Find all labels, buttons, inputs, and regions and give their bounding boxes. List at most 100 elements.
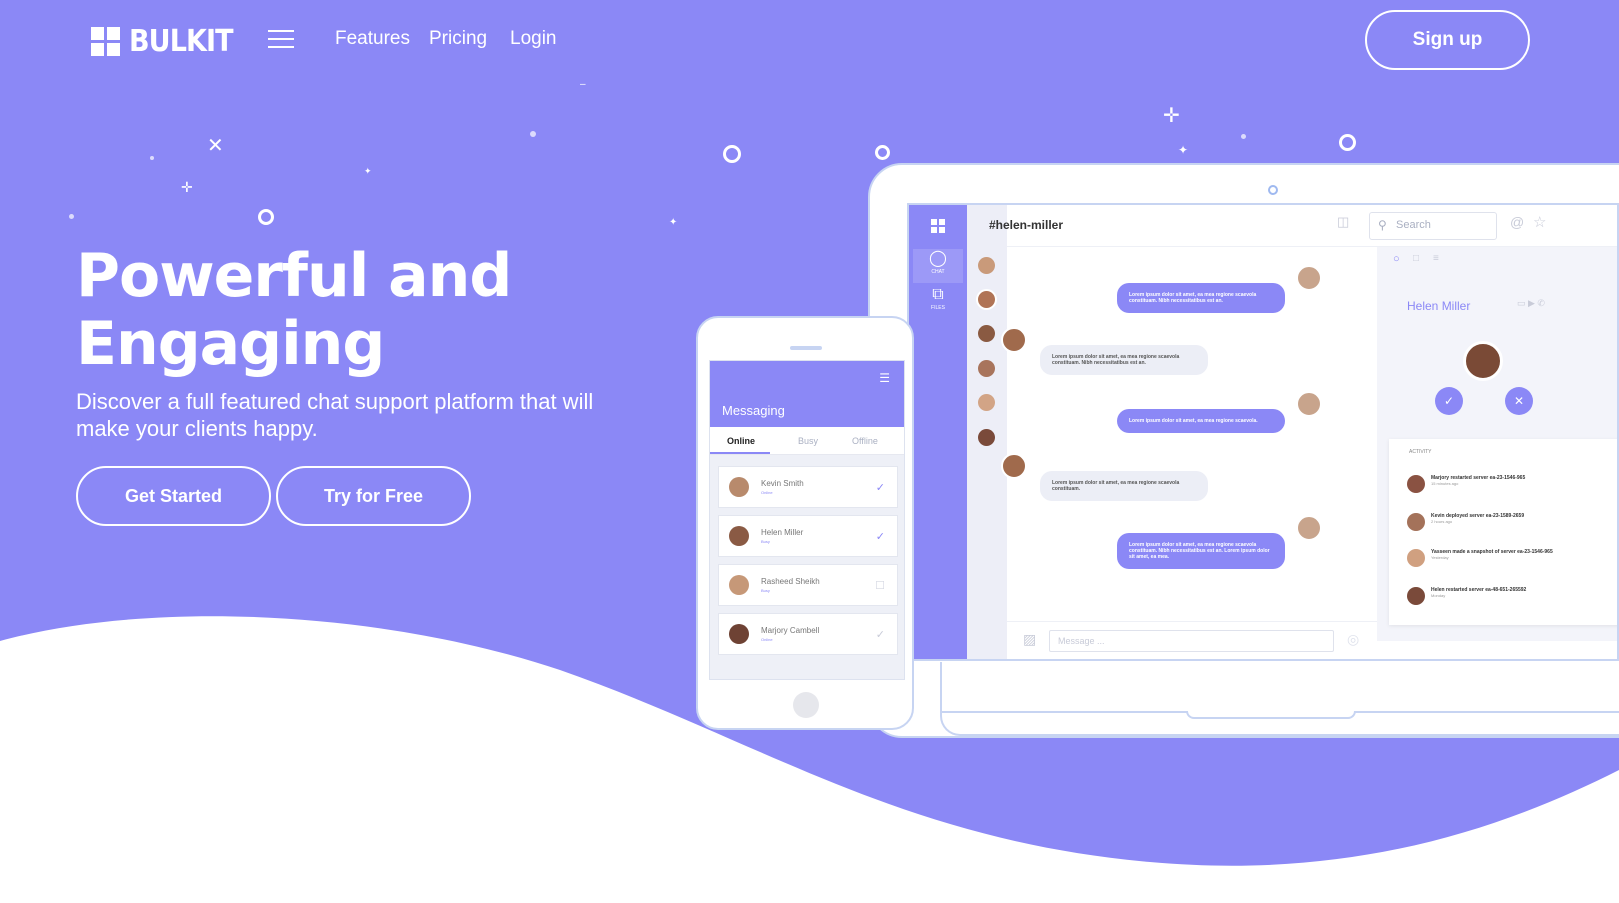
logo-icon bbox=[91, 27, 120, 56]
chat-bubble-icon: ◯ bbox=[929, 250, 947, 267]
contact-status: Online bbox=[761, 490, 773, 495]
activity-item: Marjory restarted server ea-23-1546-965 … bbox=[1407, 475, 1607, 493]
avatar[interactable] bbox=[978, 257, 995, 274]
contact-status: Busy bbox=[761, 588, 770, 593]
tab-online[interactable]: Online bbox=[727, 436, 755, 446]
message-bubble-outgoing: Lorem ipsum dolor sit amet, ea mea regio… bbox=[1117, 409, 1285, 433]
laptop-base bbox=[940, 662, 1619, 736]
message-composer: ▨ Message ... ◎ bbox=[1007, 621, 1417, 659]
accept-button[interactable]: ✓ bbox=[1435, 387, 1463, 415]
search-icon: ⚲ bbox=[1378, 218, 1387, 232]
dot-decoration bbox=[530, 131, 536, 137]
message-bubble-incoming: Lorem ipsum dolor sit amet, ea mea regio… bbox=[1040, 345, 1208, 375]
avatar[interactable] bbox=[978, 360, 995, 377]
star-decoration: ✦ bbox=[364, 166, 372, 176]
avatar bbox=[1001, 453, 1027, 479]
contact-name: Rasheed Sheikh bbox=[761, 577, 820, 586]
avatar bbox=[729, 526, 749, 546]
star-decoration: ✦ bbox=[1178, 143, 1189, 157]
check-icon[interactable]: ✓ bbox=[876, 628, 885, 641]
avatar[interactable] bbox=[978, 429, 995, 446]
layout-toggle-icon[interactable]: ◫ bbox=[1337, 214, 1349, 230]
avatar bbox=[1407, 513, 1425, 531]
headline-line-2: Engaging bbox=[76, 309, 385, 379]
chat-header bbox=[1007, 205, 1617, 247]
avatar bbox=[1296, 391, 1322, 417]
contact-card[interactable]: Rasheed Sheikh Busy ☐ bbox=[718, 564, 898, 606]
profile-name: Helen Miller bbox=[1407, 299, 1471, 313]
contact-card[interactable]: Marjory Cambell Online ✓ bbox=[718, 613, 898, 655]
activity-heading: ACTIVITY bbox=[1409, 449, 1432, 455]
sidebar-tab-files[interactable]: ⧉ FILES bbox=[913, 285, 963, 319]
checkbox-icon[interactable]: ☐ bbox=[875, 579, 885, 592]
contact-card[interactable]: Helen Miller Busy ✓ bbox=[718, 515, 898, 557]
search-placeholder: Search bbox=[1396, 219, 1431, 231]
activity-time: Monday bbox=[1431, 593, 1446, 598]
video-call-icon[interactable]: ▭ ▶ ✆ bbox=[1517, 298, 1545, 309]
contact-name: Marjory Cambell bbox=[761, 626, 820, 635]
activity-feed: ACTIVITY Marjory restarted server ea-23-… bbox=[1389, 439, 1617, 625]
avatar[interactable] bbox=[978, 394, 995, 411]
message-input[interactable]: Message ... bbox=[1049, 630, 1334, 652]
nav-link-pricing[interactable]: Pricing bbox=[429, 28, 487, 50]
files-icon: ⧉ bbox=[932, 286, 944, 303]
image-attach-icon[interactable]: ▨ bbox=[1023, 631, 1036, 648]
reject-button[interactable]: ✕ bbox=[1505, 387, 1533, 415]
list-tab-icon[interactable]: ≡ bbox=[1433, 253, 1439, 264]
tab-offline[interactable]: Offline bbox=[852, 436, 878, 446]
channel-title: #helen-miller bbox=[989, 218, 1064, 232]
mention-icon[interactable]: @ bbox=[1510, 214, 1524, 230]
dot-decoration bbox=[150, 156, 154, 160]
signup-button[interactable]: Sign up bbox=[1365, 10, 1530, 70]
hamburger-menu-icon[interactable] bbox=[268, 30, 294, 48]
contact-card[interactable]: Kevin Smith Online ✓ bbox=[718, 466, 898, 508]
tab-busy[interactable]: Busy bbox=[798, 436, 818, 446]
laptop-notch bbox=[1186, 711, 1356, 719]
sidebar-tab-chat-label: CHAT bbox=[931, 269, 945, 275]
brand-logo[interactable]: BULKIT bbox=[91, 24, 244, 59]
check-icon[interactable]: ✓ bbox=[876, 481, 885, 494]
get-started-button[interactable]: Get Started bbox=[76, 466, 271, 526]
headline-line-1: Powerful and bbox=[76, 241, 512, 311]
hero-headline: Powerful and Engaging bbox=[76, 242, 636, 378]
search-input[interactable]: ⚲ Search bbox=[1369, 212, 1497, 240]
avatar[interactable] bbox=[978, 325, 995, 342]
star-decoration: ✕ bbox=[207, 135, 224, 157]
profile-avatar bbox=[1463, 341, 1503, 381]
phone-tabs: Online Busy Offline bbox=[710, 427, 904, 455]
star-icon[interactable]: ☆ bbox=[1533, 213, 1546, 231]
activity-time: 2 hours ago bbox=[1431, 519, 1453, 524]
contact-strip bbox=[967, 205, 1007, 659]
phone-header: ☰ Messaging bbox=[710, 361, 904, 427]
files-tab-icon[interactable]: □ bbox=[1413, 253, 1419, 264]
ring-decoration bbox=[723, 145, 741, 163]
phone-speaker bbox=[790, 346, 822, 350]
activity-item: Yasseen made a snapshot of server ea-23-… bbox=[1407, 549, 1607, 567]
send-icon[interactable]: ◎ bbox=[1347, 631, 1359, 648]
contact-name: Kevin Smith bbox=[761, 479, 804, 488]
dot-decoration bbox=[1241, 134, 1246, 139]
star-decoration: ✛ bbox=[1163, 105, 1180, 127]
nav-link-login[interactable]: Login bbox=[510, 28, 557, 50]
sidebar-tab-chat[interactable]: ◯ CHAT bbox=[913, 249, 963, 283]
phone-home-button bbox=[793, 692, 819, 718]
try-free-button[interactable]: Try for Free bbox=[276, 466, 471, 526]
star-decoration: – bbox=[580, 79, 586, 90]
nav-link-features[interactable]: Features bbox=[335, 28, 410, 50]
avatar[interactable] bbox=[978, 291, 995, 308]
dot-decoration bbox=[69, 214, 74, 219]
app-sidebar: ◯ CHAT ⧉ FILES bbox=[909, 205, 967, 659]
ring-decoration bbox=[1339, 134, 1356, 151]
message-bubble-outgoing: Lorem ipsum dolor sit amet, ea mea regio… bbox=[1117, 283, 1285, 313]
logo-text: BULKIT bbox=[129, 24, 234, 59]
avatar bbox=[729, 624, 749, 644]
sidebar-tab-files-label: FILES bbox=[931, 305, 945, 311]
contact-status: Online bbox=[761, 637, 773, 642]
menu-icon[interactable]: ☰ bbox=[879, 371, 890, 385]
activity-time: 15 minutes ago bbox=[1431, 481, 1459, 486]
star-decoration: ✦ bbox=[669, 217, 678, 228]
check-icon[interactable]: ✓ bbox=[876, 530, 885, 543]
info-tab-icon[interactable]: ○ bbox=[1393, 253, 1400, 265]
contact-status: Busy bbox=[761, 539, 770, 544]
ring-decoration bbox=[258, 209, 274, 225]
